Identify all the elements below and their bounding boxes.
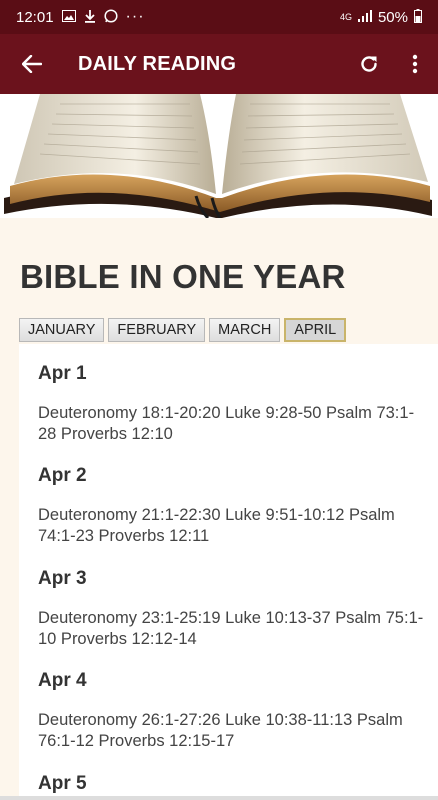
whatsapp-icon	[103, 9, 118, 25]
reading-date: Apr 3	[38, 568, 87, 589]
battery-icon	[414, 9, 422, 25]
app-bar: DAILY READING	[0, 34, 438, 94]
download-icon	[84, 9, 96, 25]
refresh-icon	[361, 56, 377, 72]
reading-passages: Deuteronomy 18:1-20:20 Luke 9:28-50 Psal…	[38, 404, 415, 443]
month-tab-march[interactable]: MARCH	[209, 318, 281, 342]
overflow-menu-button[interactable]	[392, 34, 438, 94]
reading-passages: Deuteronomy 21:1-22:30 Luke 9:51-10:12 P…	[38, 506, 395, 545]
reading-list[interactable]: Apr 1 Deuteronomy 18:1-20:20 Luke 9:28-5…	[19, 344, 438, 800]
list-item: Apr 5	[38, 773, 430, 795]
divider	[0, 796, 438, 800]
reading-passages: Deuteronomy 26:1-27:26 Luke 10:38-11:13 …	[38, 711, 403, 750]
back-button[interactable]	[4, 34, 60, 94]
list-item: Apr 4 Deuteronomy 26:1-27:26 Luke 10:38-…	[38, 670, 430, 752]
more-notifications-icon: ···	[125, 8, 145, 25]
status-time: 12:01	[16, 8, 54, 26]
month-tab-january[interactable]: JANUARY	[19, 318, 105, 342]
app-title: DAILY READING	[78, 52, 237, 75]
month-tab-february[interactable]: FEBRUARY	[108, 318, 206, 342]
month-tabs: JANUARY FEBRUARY MARCH APRIL	[19, 318, 347, 342]
list-item: Apr 3 Deuteronomy 23:1-25:19 Luke 10:13-…	[38, 568, 430, 650]
month-tab-april[interactable]: APRIL	[284, 318, 347, 342]
list-item: Apr 1 Deuteronomy 18:1-20:20 Luke 9:28-5…	[38, 363, 430, 445]
reading-date: Apr 4	[38, 670, 87, 691]
status-bar: 12:01 ··· 4G 50%	[0, 0, 438, 34]
reading-content: BIBLE IN ONE YEAR JANUARY FEBRUARY MARCH…	[0, 218, 438, 800]
reading-date: Apr 2	[38, 465, 87, 486]
arrow-left-icon	[22, 55, 42, 73]
reading-passages: Deuteronomy 23:1-25:19 Luke 10:13-37 Psa…	[38, 609, 424, 648]
signal-icon	[357, 10, 372, 24]
battery-percent: 50%	[377, 8, 408, 26]
gallery-icon	[61, 10, 76, 24]
reading-date: Apr 1	[38, 363, 87, 384]
page-title: BIBLE IN ONE YEAR	[20, 258, 346, 295]
list-item: Apr 2 Deuteronomy 21:1-22:30 Luke 9:51-1…	[38, 465, 430, 547]
more-vertical-icon	[412, 54, 418, 74]
reading-date: Apr 5	[38, 773, 87, 794]
bible-image	[0, 94, 438, 218]
network-type: 4G	[339, 12, 352, 22]
refresh-button[interactable]	[346, 34, 392, 94]
